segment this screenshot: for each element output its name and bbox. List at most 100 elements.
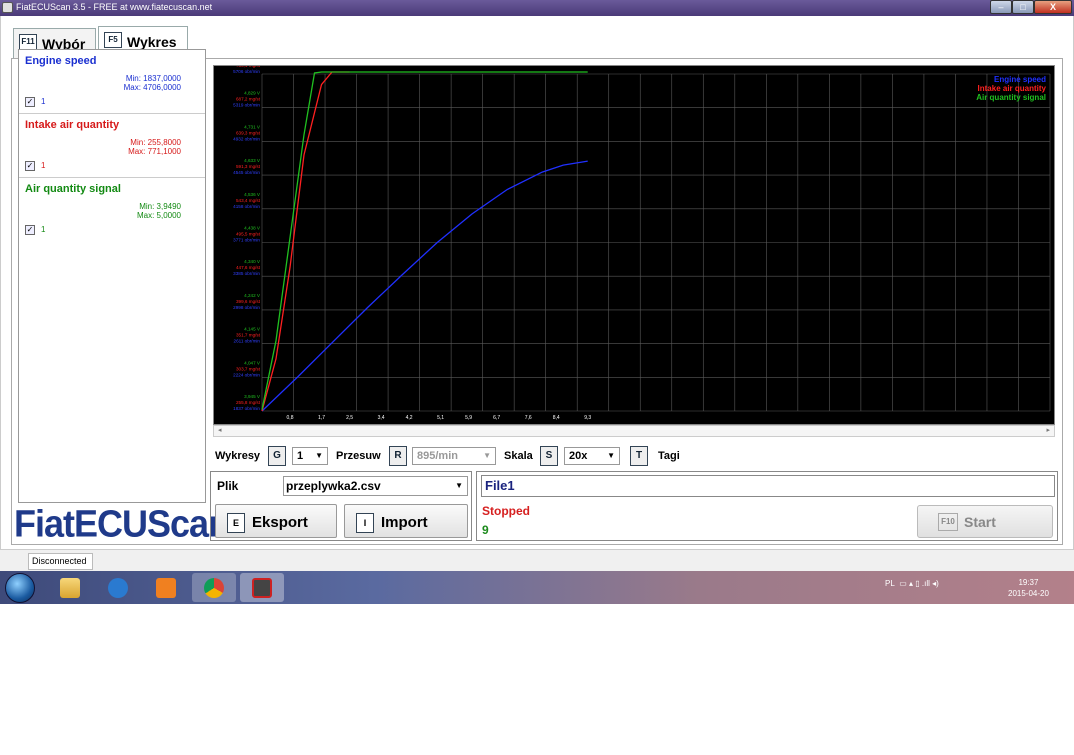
start-label: Start [964, 514, 996, 530]
legend-checkbox[interactable]: ✓ [25, 161, 35, 171]
scroll-right-icon[interactable]: ▸ [1046, 426, 1050, 434]
close-button[interactable]: X [1034, 0, 1072, 14]
chevron-down-icon: ▼ [607, 451, 615, 460]
x-tick-label: 5,1 [437, 415, 444, 421]
language-indicator[interactable]: PL [885, 579, 895, 588]
fiatecuscan-task-icon[interactable] [240, 573, 284, 602]
legend-item: Air quantity signal Min: 3,9490 Max: 5,0… [19, 178, 205, 242]
legend-item: Engine speed Min: 1837,0000 Max: 4706,00… [19, 50, 205, 114]
legend-min: Min: 1837,0000 [125, 74, 181, 83]
x-tick-label: 8,4 [553, 415, 560, 421]
chart-area[interactable]: 3,945 V 255,8 mg/st 1837 obr/min 4,047 V 303… [213, 57, 1055, 425]
y-tick-label: 4,242 V [244, 293, 261, 298]
file-name-field[interactable]: File1 [481, 475, 1055, 497]
y-tick-label: 2611 obr/min [234, 339, 261, 344]
chevron-down-icon: ▼ [483, 451, 491, 460]
legend-name: Air quantity signal [25, 183, 121, 195]
y-tick-label: 1837 obr/min [233, 406, 260, 411]
y-tick-label: 4,340 V [244, 259, 261, 264]
y-tick-label: 5319 obr/min [233, 103, 260, 108]
x-tick-label: 7,6 [525, 415, 532, 421]
y-tick-label: 735,1 mg/st [236, 66, 261, 68]
y-tick-label: 2224 obr/min [233, 372, 260, 377]
legend-min: Min: 3,9490 [139, 202, 181, 211]
tagi-label: Tagi [658, 450, 680, 462]
wykresy-label: Wykresy [215, 450, 261, 462]
x-tick-label: 2,5 [346, 415, 353, 421]
legend-max: Max: 5,0000 [136, 211, 181, 220]
file-select[interactable]: przeplywka2.csv ▼ [283, 476, 468, 496]
export-button[interactable]: E Eksport [215, 504, 337, 538]
przesuw-key-button[interactable]: R [389, 446, 407, 466]
y-tick-label: 687,2 mg/st [236, 97, 261, 102]
chart-scrollbar[interactable]: ◂ ▸ [213, 425, 1055, 437]
scroll-left-icon[interactable]: ◂ [218, 426, 222, 434]
x-tick-label: 1,7 [318, 415, 325, 421]
legend-checkbox[interactable]: ✓ [25, 225, 35, 235]
przesuw-select[interactable]: 895/min ▼ [412, 447, 496, 465]
system-tray[interactable]: PL ▭ ▴ ▯ .ıll ◂) [885, 579, 939, 588]
series-line [261, 160, 588, 412]
maximize-button[interactable]: □ [1012, 0, 1034, 14]
chart-legend-entry: Intake air quantity [978, 84, 1047, 93]
y-tick-label: 543,4 mg/st [236, 198, 261, 203]
legend-item: Intake air quantity Min: 255,8000 Max: 7… [19, 114, 205, 178]
y-tick-label: 4932 obr/min [233, 136, 260, 141]
y-tick-label: 447,6 mg/st [236, 265, 261, 270]
start-button[interactable]: F10 Start [917, 505, 1053, 538]
clock[interactable]: 19:37 2015-04-20 [1008, 577, 1049, 599]
plik-label: Plik [217, 479, 239, 493]
wykresy-select[interactable]: 1 ▼ [292, 447, 328, 465]
x-tick-label: 5,9 [465, 415, 472, 421]
y-tick-label: 4,145 V [244, 327, 261, 332]
y-tick-label: 399,6 mg/st [236, 299, 261, 304]
chart-legend-entry: Air quantity signal [976, 93, 1046, 102]
key-hint: F11 [19, 34, 37, 50]
chrome-icon[interactable] [192, 573, 236, 602]
key-hint: F10 [938, 513, 958, 531]
explorer-icon[interactable] [48, 573, 92, 602]
y-tick-label: 639,3 mg/st [236, 130, 261, 135]
y-tick-label: 4158 obr/min [233, 204, 260, 209]
tagi-key-button[interactable]: T [630, 446, 648, 466]
y-tick-label: 4,047 V [244, 360, 261, 365]
y-tick-label: 351,7 mg/st [236, 333, 261, 338]
legend-name: Intake air quantity [25, 119, 120, 131]
key-hint: F5 [104, 32, 122, 48]
skala-key-button[interactable]: S [540, 446, 558, 466]
media-player-icon[interactable] [144, 573, 188, 602]
wykresy-key-button[interactable]: G [268, 446, 286, 466]
y-tick-label: 2998 obr/min [233, 305, 260, 310]
file-panel: Plik przeplywka2.csv ▼ E Eksport I Import [210, 471, 472, 541]
legend-checkbox[interactable]: ✓ [25, 97, 35, 107]
chart-toolbar: Wykresy G 1 ▼ Przesuw R 895/min ▼ Skala S … [215, 445, 1055, 467]
taskbar: PL ▭ ▴ ▯ .ıll ◂) 19:37 2015-04-20 [0, 571, 1074, 604]
y-tick-label: 4,731 V [244, 124, 261, 129]
y-tick-label: 3771 obr/min [233, 238, 260, 243]
x-tick-label: 3,4 [378, 415, 385, 421]
chart-svg: 3,945 V255,8 mg/st1837 obr/min 4,047 V303… [233, 57, 1051, 421]
internet-explorer-icon[interactable] [96, 573, 140, 602]
connection-status: Disconnected [28, 553, 93, 570]
legend-max: Max: 4706,0000 [123, 83, 181, 92]
series-line [261, 71, 588, 410]
windows-start-icon[interactable] [5, 573, 35, 603]
key-hint: I [356, 513, 374, 533]
minimize-button[interactable]: – [990, 0, 1012, 14]
title-bar: FiatECUScan 3.5 - FREE at www.fiatecusca… [0, 0, 1074, 16]
chart-legend-entry: Engine speed [994, 75, 1046, 84]
y-tick-label: 495,5 mg/st [236, 232, 261, 237]
legend-panel: Engine speed Min: 1837,0000 Max: 4706,00… [18, 49, 206, 503]
skala-select[interactable]: 20x ▼ [564, 447, 620, 465]
y-tick-label: 591,3 mg/st [236, 164, 261, 169]
app-icon [2, 2, 13, 13]
tab-label: Wykres [127, 34, 177, 50]
y-tick-label: 4,536 V [244, 192, 261, 197]
status-panel: File1 Stopped 9 F10 Start [476, 471, 1058, 541]
x-tick-label: 6,7 [493, 415, 500, 421]
chevron-down-icon: ▼ [315, 451, 323, 460]
x-tick-label: 9,3 [584, 415, 591, 421]
import-button[interactable]: I Import [344, 504, 468, 538]
status-bar: Disconnected [0, 549, 1074, 571]
chevron-down-icon: ▼ [455, 481, 463, 490]
